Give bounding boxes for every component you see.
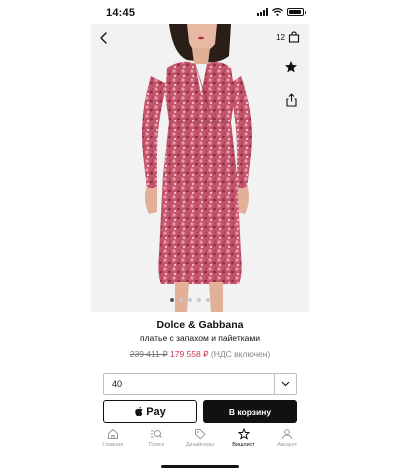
cart-button[interactable]: 12 <box>276 31 300 43</box>
signal-icon <box>257 8 268 16</box>
tab-wishlist[interactable]: Вишлист <box>222 428 266 456</box>
tab-label: Главная <box>102 442 124 448</box>
apple-pay-button[interactable]: Pay <box>103 400 197 423</box>
product-brand[interactable]: Dolce & Gabbana <box>0 319 400 331</box>
search-icon <box>151 430 163 438</box>
apple-icon <box>135 406 143 417</box>
status-icons <box>257 8 306 16</box>
share-icon[interactable] <box>285 93 298 107</box>
battery-icon <box>287 8 306 16</box>
tab-account[interactable]: Аккаунт <box>265 428 309 456</box>
home-icon <box>107 428 118 439</box>
cart-count: 12 <box>276 32 285 42</box>
image-pagination[interactable] <box>170 298 210 302</box>
size-select[interactable]: 40 <box>103 373 297 395</box>
chevron-left-icon[interactable] <box>96 30 112 46</box>
product-image[interactable] <box>91 24 309 312</box>
product-name: платье с запахом и пайетками <box>140 333 260 343</box>
chevron-down-icon <box>281 381 290 387</box>
sequin-dress-photo <box>142 24 252 312</box>
home-indicator <box>161 465 239 468</box>
status-bar: 14:45 <box>0 0 400 26</box>
tag-icon <box>194 429 206 440</box>
tab-label: Аккаунт <box>277 442 298 448</box>
status-time: 14:45 <box>106 7 136 19</box>
pagination-dot[interactable] <box>206 298 210 302</box>
pagination-dot[interactable] <box>197 298 201 302</box>
new-price: 179 558 ₽ <box>169 349 209 359</box>
wifi-icon <box>272 8 283 16</box>
tab-home[interactable]: Главная <box>91 428 135 456</box>
tab-label: Поиск <box>148 442 165 448</box>
old-price: 239 411 ₽ <box>129 349 168 359</box>
pagination-dot[interactable] <box>170 298 174 302</box>
tab-search[interactable]: Поиск <box>135 428 179 456</box>
tab-designers[interactable]: Дизайнеры <box>178 428 222 456</box>
product-price: 239 411 ₽ 179 558 ₽ (НДС включен) <box>0 349 400 360</box>
star-icon[interactable] <box>284 60 298 74</box>
tab-label: Дизайнеры <box>185 442 215 448</box>
tab-label: Вишлист <box>232 442 255 448</box>
size-dropdown-toggle[interactable] <box>274 374 296 394</box>
star-icon <box>237 428 250 440</box>
pagination-dot[interactable] <box>179 298 183 302</box>
pagination-dot[interactable] <box>188 298 192 302</box>
vat-note: (НДС включен) <box>210 349 271 359</box>
size-value: 40 <box>112 379 123 389</box>
apple-pay-label: Pay <box>146 405 166 418</box>
shopping-bag-icon <box>288 31 299 43</box>
tab-bar: Главная Поиск Дизайнеры Вишлист Аккаунт <box>91 428 309 456</box>
person-icon <box>282 429 293 440</box>
add-to-cart-button[interactable]: В корзину <box>203 400 297 423</box>
